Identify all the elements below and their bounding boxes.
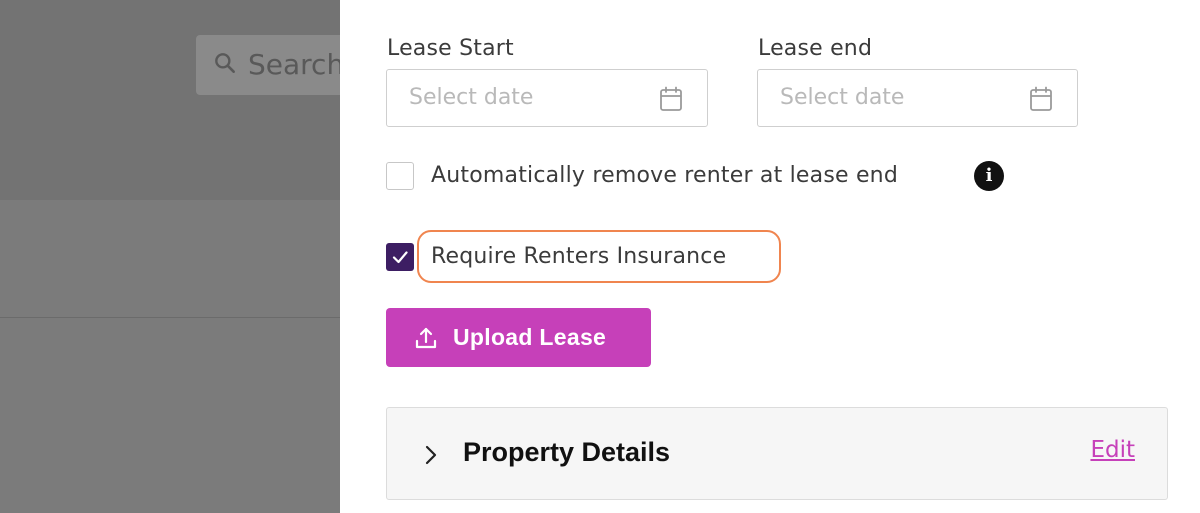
lease-end-placeholder: Select date [780,85,905,110]
property-details-title: Property Details [463,437,671,467]
checkmark-icon [392,251,408,264]
background-search-text: Search [248,48,345,81]
lease-start-date-input[interactable]: Select date [386,69,708,127]
chevron-right-icon[interactable] [423,444,439,466]
lease-drawer-panel: Lease Start Select date Lease end Select… [340,0,1200,513]
upload-lease-button[interactable]: Upload Lease [386,308,651,367]
upload-icon [415,327,437,349]
lease-end-label: Lease end [758,36,873,61]
background-header [0,0,340,200]
auto-remove-label[interactable]: Automatically remove renter at lease end [431,163,898,188]
info-icon[interactable]: i [974,161,1004,191]
property-details-section[interactable]: Property Details Edit [386,407,1168,500]
background-overlay: Search [0,0,376,513]
require-insurance-label[interactable]: Require Renters Insurance [431,244,726,269]
calendar-icon[interactable] [1029,86,1053,112]
lease-start-placeholder: Select date [409,85,534,110]
require-insurance-checkbox[interactable] [386,243,414,271]
edit-property-link[interactable]: Edit [1090,437,1135,463]
lease-start-label: Lease Start [387,36,514,61]
calendar-icon[interactable] [659,86,683,112]
background-divider [0,317,340,318]
search-icon [215,53,235,73]
auto-remove-checkbox[interactable] [386,162,414,190]
upload-lease-label: Upload Lease [453,324,607,350]
lease-end-date-input[interactable]: Select date [757,69,1078,127]
